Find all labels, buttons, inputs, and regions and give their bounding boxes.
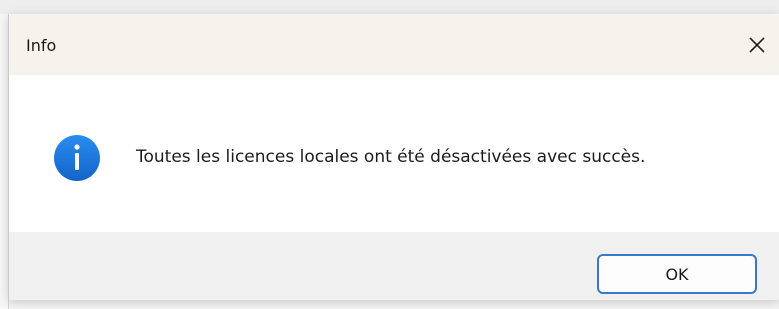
info-dialog: Info Toutes les licences locales ont été… (8, 14, 779, 300)
close-icon (749, 36, 765, 53)
ok-button[interactable]: OK (597, 254, 757, 294)
info-icon (54, 135, 100, 181)
dialog-title: Info (26, 36, 57, 55)
dialog-content: Toutes les licences locales ont été désa… (9, 75, 779, 232)
close-button[interactable] (734, 14, 779, 75)
dialog-footer: OK (9, 232, 779, 300)
dialog-titlebar[interactable]: Info (9, 14, 779, 75)
dialog-message: Toutes les licences locales ont été désa… (136, 147, 646, 167)
screen: Info Toutes les licences locales ont été… (0, 0, 779, 309)
background-window-strip (0, 0, 779, 14)
